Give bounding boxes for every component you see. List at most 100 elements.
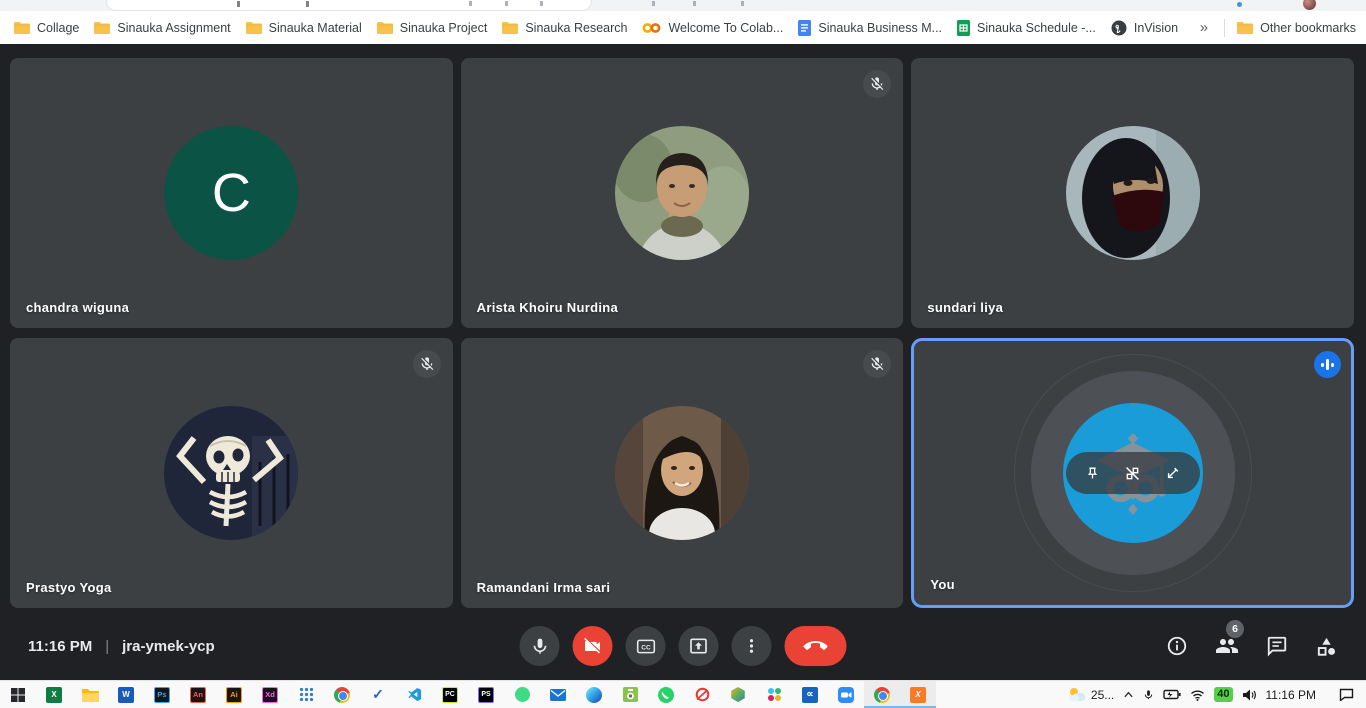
taskbar-vscode[interactable] [396,681,432,708]
bookmark-sinauka-research[interactable]: Sinauka Research [502,21,627,35]
bookmark-invision[interactable]: InVision [1111,20,1178,36]
present-button[interactable] [679,626,719,666]
bookmark-collage[interactable]: Collage [14,21,79,35]
tray-mic[interactable] [1143,688,1154,702]
muted-mic-badge [413,350,441,378]
other-bookmarks[interactable]: Other bookmarks [1237,21,1356,35]
photo-man-outdoors [615,126,749,260]
action-center-button[interactable] [1325,688,1354,701]
battery-percent-badge[interactable]: 40 [1214,687,1232,702]
taskbar-animate[interactable]: An [180,681,216,708]
mic-off-icon [869,356,885,372]
participant-count-badge: 6 [1226,620,1244,638]
participant-photo [164,406,298,540]
minimize-tile-button[interactable] [1160,460,1186,486]
taskbar-camera-emulator[interactable] [612,681,648,708]
tray-wifi[interactable] [1190,689,1205,701]
participant-photo [615,406,749,540]
browser-profile-avatar[interactable] [1303,0,1316,10]
start-button[interactable] [0,681,36,708]
bookmark-sinauka-material[interactable]: Sinauka Material [246,21,362,35]
chat-button[interactable] [1266,635,1288,657]
taskbar-chrome[interactable] [324,681,360,708]
speaker-icon [1242,689,1257,701]
toolbar-fragment [540,1,543,6]
remove-tile-button[interactable] [1120,460,1146,486]
toolbar-fragment [237,1,240,7]
taskbar-adobe-xd[interactable]: Xd [252,681,288,708]
bookmark-colab[interactable]: Welcome To Colab... [642,21,783,35]
taskbar-clock[interactable]: 11:16 PM [1266,688,1316,702]
action-center-icon [1339,688,1354,701]
participant-tile-prastyo: Prastyo Yoga [10,338,453,608]
weather-widget[interactable]: 25... [1068,687,1114,702]
chat-icon [1266,635,1288,657]
pin-tile-button[interactable] [1080,460,1106,486]
audio-level-indicator [1314,351,1341,378]
mic-off-icon [869,76,885,92]
bookmark-sinauka-project[interactable]: Sinauka Project [377,21,488,35]
bookmark-label: Sinauka Business M... [818,21,942,35]
camera-emulator-icon [623,687,638,702]
captions-button[interactable]: CC [626,626,666,666]
taskbar-mail[interactable] [540,681,576,708]
pinwheel-icon [767,687,782,702]
taskbar-photoshop[interactable]: Ps [144,681,180,708]
chrome-icon [874,687,890,703]
taskbar-android[interactable] [504,681,540,708]
mic-button[interactable] [520,626,560,666]
colab-icon [642,22,661,34]
taskbar-file-explorer[interactable] [72,681,108,708]
taskbar-red-app[interactable] [684,681,720,708]
taskbar-illustrator[interactable]: Ai [216,681,252,708]
taskbar-todo[interactable]: ✓ [360,681,396,708]
cc-glyph: CC [641,644,651,651]
taskbar-pycharm[interactable]: PC [432,681,468,708]
other-bookmarks-label: Other bookmarks [1260,21,1356,35]
meeting-details-button[interactable] [1166,635,1188,657]
toolbar-fragment [693,1,696,6]
activities-button[interactable] [1315,635,1338,658]
taskbar-calendar[interactable] [288,681,324,708]
toolbar-fragment [652,1,655,6]
info-icon [1166,635,1188,657]
taskbar-phpstorm[interactable]: PS [468,681,504,708]
file-explorer-icon [82,688,99,702]
bookmarks-overflow-chevron[interactable]: » [1196,19,1212,36]
participant-name: You [930,577,955,592]
bookmarks-divider [1224,19,1225,37]
mic-icon [530,637,549,656]
camera-off-button[interactable] [573,626,613,666]
word-icon: W [118,687,134,703]
folder-icon [246,21,262,34]
taskbar-excel[interactable]: X [36,681,72,708]
tray-chevron-up[interactable] [1123,690,1134,699]
tray-volume[interactable] [1242,689,1257,701]
participants-button[interactable]: 6 [1215,634,1239,658]
participant-name: Prastyo Yoga [26,580,112,595]
taskbar-pinwheel-app[interactable] [756,681,792,708]
windows-taskbar: X W Ps An Ai Xd ✓ PC [0,680,1366,708]
present-screen-icon [689,636,709,656]
leave-call-button[interactable] [785,626,847,666]
tray-battery[interactable] [1163,689,1181,700]
more-options-button[interactable] [732,626,772,666]
bookmark-sinauka-schedule[interactable]: Sinauka Schedule -... [957,20,1096,36]
bookmark-sinauka-assignment[interactable]: Sinauka Assignment [94,21,230,35]
taskbar-chrome-active[interactable] [864,681,900,708]
calendar-icon [299,687,314,702]
folder-icon [502,21,518,34]
taskbar-oc-app[interactable]: ∝ [792,681,828,708]
extension-fragment [1237,2,1242,7]
android-icon [515,687,530,702]
taskbar-xampp[interactable]: X [900,681,936,708]
taskbar-word[interactable]: W [108,681,144,708]
taskbar-hexagon-app[interactable] [720,681,756,708]
taskbar-zoom-app[interactable] [828,681,864,708]
whatsapp-icon [658,687,674,703]
taskbar-whatsapp[interactable] [648,681,684,708]
toolbar-fragment [505,1,508,6]
taskbar-edge[interactable] [576,681,612,708]
bookmark-sinauka-business[interactable]: Sinauka Business M... [798,20,942,36]
omnibox[interactable] [106,0,592,11]
